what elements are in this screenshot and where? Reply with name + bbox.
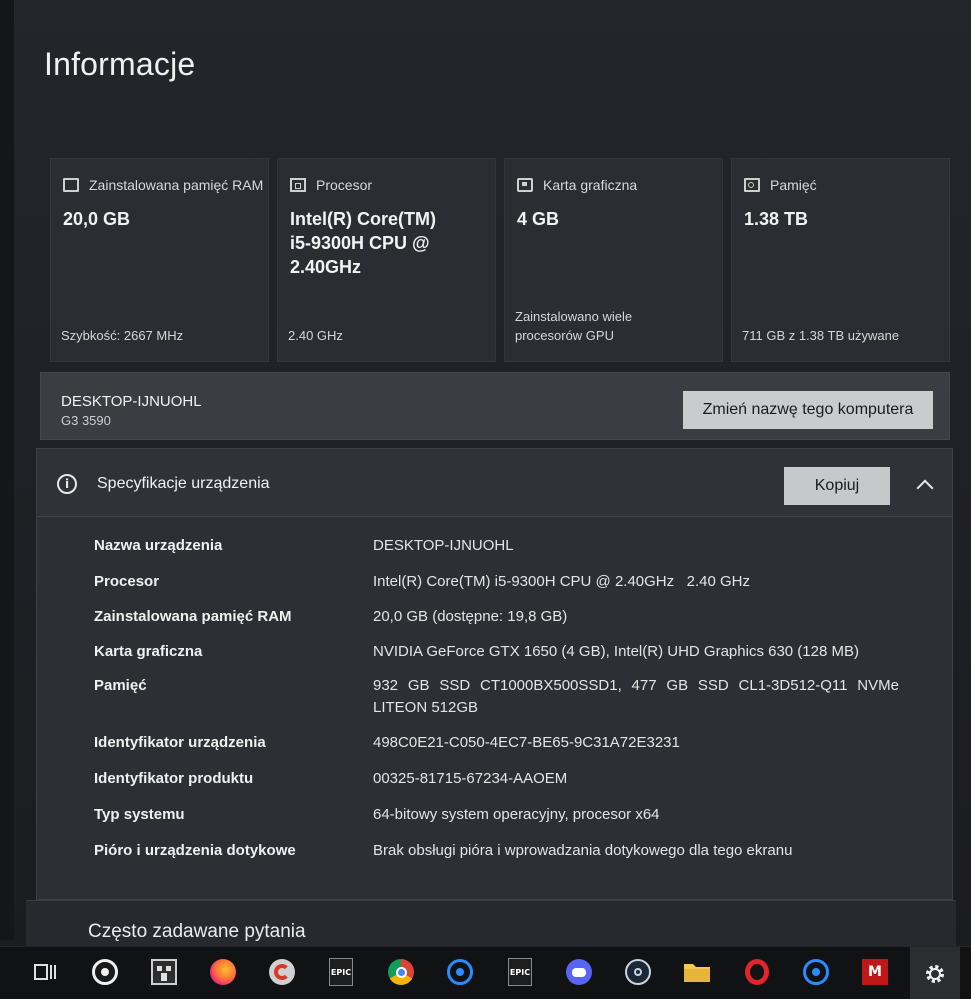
spec-value: 932 GB SSD CT1000BX500SSD1, 477 GB SSD C… <box>373 677 899 716</box>
device-name: DESKTOP-IJNUOHL <box>61 393 202 410</box>
firefox-icon[interactable] <box>208 957 238 987</box>
ram-icon <box>63 178 79 192</box>
spec-summary-cards: Zainstalowana pamięć RAM 20,0 GB Szybkoś… <box>50 158 950 364</box>
spec-key: Zainstalowana pamięć RAM <box>94 608 292 625</box>
processor-icon <box>290 178 306 192</box>
card-value: 20,0 GB <box>63 209 131 229</box>
spec-value: NVIDIA GeForce GTX 1650 (4 GB), Intel(R)… <box>373 643 859 660</box>
card-label: Zainstalowana pamięć RAM <box>89 177 264 193</box>
chrome-icon[interactable] <box>386 957 416 987</box>
faq-section[interactable]: Często zadawane pytania <box>26 900 956 948</box>
spec-value: 64-bitowy system operacyjny, procesor x6… <box>373 806 660 823</box>
spec-key: Karta graficzna <box>94 643 203 660</box>
device-model: G3 3590 <box>61 413 111 428</box>
ccleaner-icon[interactable] <box>267 957 297 987</box>
card-graphics: Karta graficzna 4 GB Zainstalowano wiele… <box>504 158 723 362</box>
spec-value: Brak obsługi pióra i wprowadzania dotyko… <box>373 842 793 859</box>
card-footer: Zainstalowano wiele procesorów GPU <box>515 309 633 343</box>
steam-icon[interactable] <box>623 957 653 987</box>
file-explorer-icon[interactable] <box>682 957 712 987</box>
spec-panel-header[interactable]: i Specyfikacje urządzenia Kopiuj <box>37 449 952 517</box>
spec-value: 20,0 GB (dostępne: 19,8 GB) <box>373 608 568 625</box>
card-footer: Szybkość: 2667 MHz <box>61 328 184 343</box>
card-label: Pamięć <box>770 177 817 193</box>
settings-gear-icon[interactable] <box>910 947 960 999</box>
card-ram: Zainstalowana pamięć RAM 20,0 GB Szybkoś… <box>50 158 269 362</box>
task-view-icon[interactable] <box>30 957 60 987</box>
spec-value: 00325-81715-67234-AAOEM <box>373 770 568 787</box>
settings-about-page: Informacje Zainstalowana pamięć RAM 20,0… <box>0 0 971 999</box>
faq-title: Często zadawane pytania <box>88 921 306 942</box>
card-storage: Pamięć 1.38 TB 711 GB z 1.38 TB używane <box>731 158 950 362</box>
card-footer: 2.40 GHz <box>288 328 343 343</box>
card-value: 4 GB <box>517 209 560 229</box>
opera-icon[interactable] <box>742 957 772 987</box>
spec-key: Nazwa urządzenia <box>94 537 223 554</box>
spec-key: Typ systemu <box>94 806 185 823</box>
spec-key: Pamięć <box>94 677 147 694</box>
mcafee-icon[interactable]: M <box>860 957 890 987</box>
rename-pc-button[interactable]: Zmień nazwę tego komputera <box>683 391 933 429</box>
card-label: Procesor <box>316 177 373 193</box>
chevron-up-icon[interactable] <box>915 475 935 495</box>
steelseries-icon[interactable] <box>90 957 120 987</box>
spec-key: Identyfikator produktu <box>94 770 254 787</box>
copy-button[interactable]: Kopiuj <box>784 467 890 505</box>
card-label: Karta graficzna <box>543 177 638 193</box>
spec-value: 498C0E21-C050-4EC7-BE65-9C31A72E3231 <box>373 734 680 751</box>
taskbar: EPIC EPIC M <box>0 946 971 999</box>
card-footer: 711 GB z 1.38 TB używane <box>742 328 900 343</box>
page-title: Informacje <box>44 46 196 82</box>
device-name-bar: DESKTOP-IJNUOHL G3 3590 Zmień nazwę tego… <box>40 372 950 440</box>
discord-icon[interactable] <box>564 957 594 987</box>
spec-key: Pióro i urządzenia dotykowe <box>94 842 296 859</box>
window-left-edge <box>0 0 14 940</box>
info-icon: i <box>57 474 77 494</box>
spec-value: Intel(R) Core(TM) i5-9300H CPU @ 2.40GHz… <box>373 573 750 590</box>
epic-games-icon[interactable]: EPIC <box>326 957 356 987</box>
spec-key: Procesor <box>94 573 160 590</box>
storage-icon <box>744 178 760 192</box>
spec-value: DESKTOP-IJNUOHL <box>373 537 514 554</box>
spec-panel-title: Specyfikacje urządzenia <box>97 475 270 492</box>
epic-games-icon[interactable]: EPIC <box>505 957 535 987</box>
graphics-card-icon <box>517 178 533 192</box>
card-processor: Procesor Intel(R) Core(TM) i5-9300H CPU … <box>277 158 496 362</box>
card-value: 1.38 TB <box>744 209 809 229</box>
battlenet-icon[interactable] <box>801 957 831 987</box>
card-value: Intel(R) Core(TM) i5-9300H CPU @ 2.40GHz <box>290 209 436 277</box>
spec-key: Identyfikator urządzenia <box>94 734 266 751</box>
battlenet-icon[interactable] <box>445 957 475 987</box>
minecraft-icon[interactable] <box>149 957 179 987</box>
device-specifications-panel: i Specyfikacje urządzenia Kopiuj Nazwa u… <box>36 448 953 900</box>
